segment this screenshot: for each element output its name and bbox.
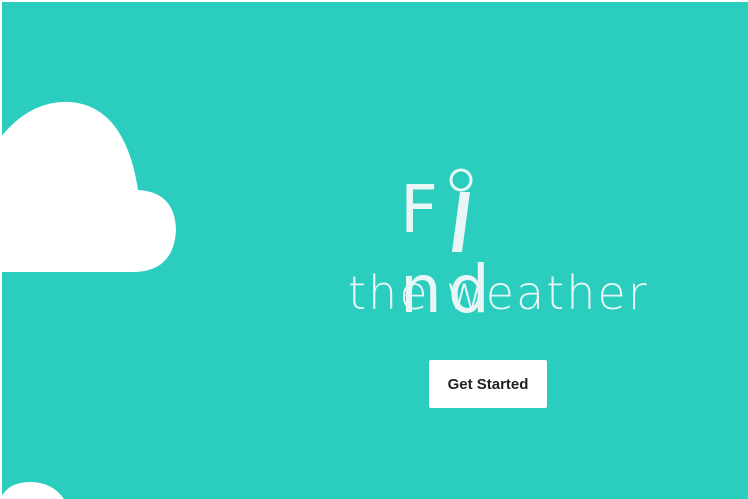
- hero-subtitle: the weather: [348, 266, 649, 320]
- title-letter-f: F: [400, 171, 444, 248]
- hero-title: Fnd: [400, 170, 570, 328]
- hero-section: Fnd the weather Get Started: [290, 150, 690, 420]
- get-started-button[interactable]: Get Started: [429, 360, 547, 408]
- cloud-bottom-icon: [0, 482, 64, 499]
- top-border: [0, 0, 748, 2]
- cloud-icon: [0, 101, 176, 275]
- magnifier-i-icon: [449, 168, 473, 252]
